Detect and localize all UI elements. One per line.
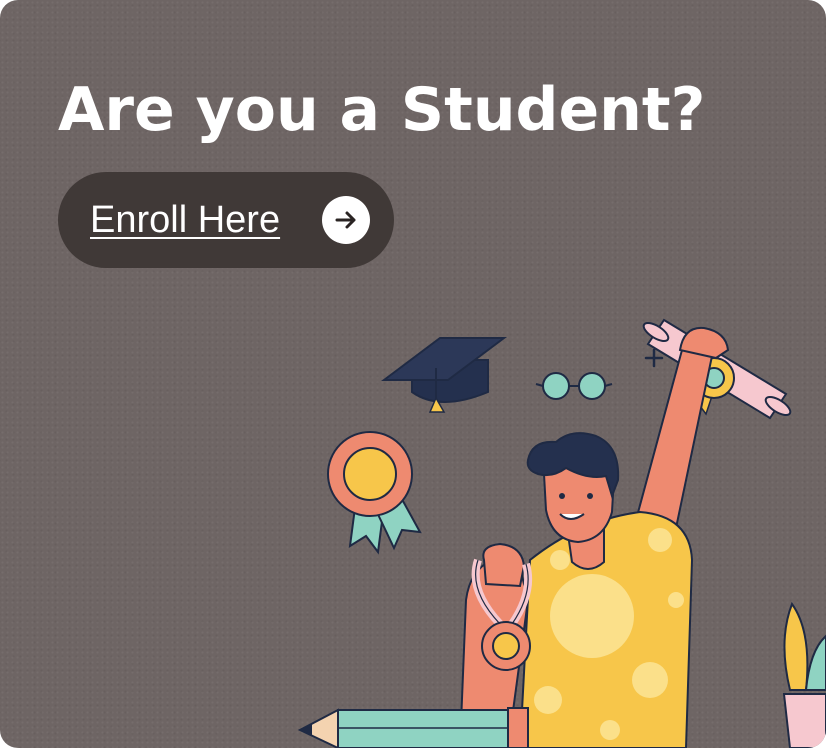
rosette-medal-icon xyxy=(327,431,422,555)
student-enroll-banner: Are you a Student? Enroll Here xyxy=(0,0,826,748)
pencil-icon xyxy=(297,707,529,748)
glasses-icon xyxy=(535,372,613,400)
sparkle-icon xyxy=(644,348,664,368)
graduation-cap-icon xyxy=(381,337,507,413)
potted-plant-icon xyxy=(782,601,826,748)
student-illustration xyxy=(297,318,826,748)
